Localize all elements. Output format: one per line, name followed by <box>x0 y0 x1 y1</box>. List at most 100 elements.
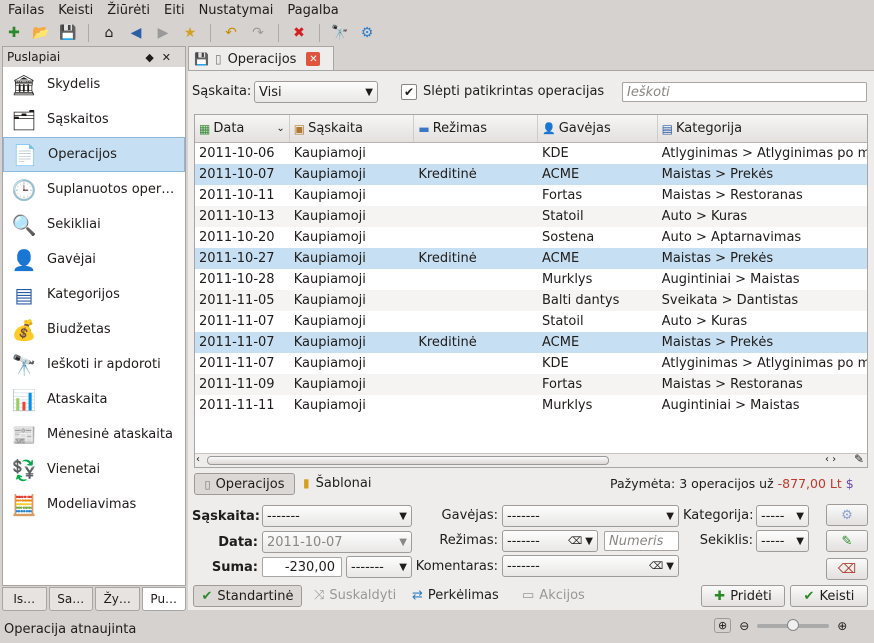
form-category-select[interactable]: ----- ▼ <box>756 505 809 527</box>
modify-button-label: Keisti <box>819 588 855 604</box>
form-tracker-label: Sekiklis: <box>699 533 753 548</box>
zoom-out-icon[interactable]: ⊖ <box>739 619 749 633</box>
table-row[interactable]: 2011-11-11 Kaupiamoji Murklys Augintiniai >… <box>195 395 867 416</box>
scrollbar-handle[interactable] <box>207 456 609 465</box>
back-arrow-icon[interactable]: ◀ <box>125 22 147 44</box>
tab-templates[interactable]: ▮ Šablonai <box>303 476 371 491</box>
chevron-down-icon: ▼ <box>399 536 407 548</box>
process-icon[interactable]: ⚙ <box>356 22 378 44</box>
undo-icon[interactable]: ↶ <box>220 22 242 44</box>
standard-mode-button[interactable]: ✔ Standartinė <box>193 585 302 607</box>
sidebar-item-simulation[interactable]: 🧮 Modeliavimas <box>3 487 185 522</box>
sidebar-tab-pages[interactable]: Pu… <box>141 587 186 611</box>
column-mode[interactable]: ▬ Režimas <box>414 115 538 142</box>
table-row[interactable]: 2011-11-09 Kaupiamoji Fortas Maistas > Rest… <box>195 374 867 395</box>
search-input[interactable]: Ieškoti <box>622 82 867 102</box>
table-row[interactable]: 2011-11-07 Kaupiamoji Kreditinė ACME Maistas… <box>195 332 867 353</box>
column-payee[interactable]: 👤 Gavėjas <box>538 115 658 142</box>
menu-help[interactable]: Pagalba <box>283 3 342 18</box>
zoom-fit-icon[interactable]: ⊕ <box>714 618 732 633</box>
table-row[interactable]: 2011-10-13 Kaupiamoji Statoil Auto > Kuras <box>195 206 867 227</box>
form-date-field[interactable]: 2011-10-07 ▼ <box>262 531 412 553</box>
form-unit-select[interactable]: ------- ▼ <box>346 556 412 578</box>
sidebar-item-scheduled[interactable]: 🕒 Suplanuotos oper… <box>3 172 185 207</box>
table-row[interactable]: 2011-10-28 Kaupiamoji Murklys Augintiniai >… <box>195 269 867 290</box>
table-row[interactable]: 2011-11-07 Kaupiamoji Statoil Auto > Kuras <box>195 311 867 332</box>
table-row[interactable]: 2011-10-06 Kaupiamoji KDE Atlyginimas > Atl… <box>195 143 867 164</box>
horizontal-scrollbar[interactable]: ‹ ‹ › <box>195 453 867 467</box>
sidebar-tab-messages[interactable]: Žy… <box>95 587 140 611</box>
eraser-button[interactable]: ⌫ <box>826 558 868 580</box>
scroll-left-icon[interactable]: ‹ <box>196 454 200 465</box>
binoculars-icon[interactable]: 🔭 <box>329 22 351 44</box>
hide-checked-checkbox[interactable]: ✔ <box>401 84 417 100</box>
form-comment-select[interactable]: ------- ⌫ ▼ <box>502 555 679 577</box>
toolbar-separator <box>319 24 320 42</box>
redo-icon[interactable]: ↷ <box>247 22 269 44</box>
account-filter-select[interactable]: Visi ▼ <box>254 81 378 103</box>
sidebar-item-budget[interactable]: 💰 Biudžetas <box>3 312 185 347</box>
tab-label: Operacijos <box>215 476 285 492</box>
menu-view[interactable]: Žiūrėti <box>103 3 154 18</box>
form-payee-select[interactable]: ------- ▼ <box>502 505 679 527</box>
sidebar-item-categories[interactable]: ▤ Kategorijos <box>3 277 185 312</box>
open-folder-icon[interactable]: 📂 <box>30 22 52 44</box>
menu-edit[interactable]: Keisti <box>54 3 97 18</box>
sidebar-item-search-process[interactable]: 🔭 Ieškoti ir apdoroti <box>3 347 185 382</box>
form-sum-input[interactable]: -230,00 <box>262 557 342 577</box>
zoom-in-icon[interactable]: ⊕ <box>837 619 847 633</box>
sync-button[interactable]: ⚙ <box>826 504 868 526</box>
table-row[interactable]: 2011-10-27 Kaupiamoji Kreditinė ACME Maistas… <box>195 248 867 269</box>
tab-operations-editor[interactable]: ▯ Operacijos <box>194 473 295 495</box>
scroll-right-icon[interactable]: ‹ › <box>825 454 836 465</box>
new-document-icon[interactable]: ✚ <box>3 22 25 44</box>
table-row[interactable]: 2011-11-07 Kaupiamoji KDE Atlyginimas > Atl… <box>195 353 867 374</box>
column-category[interactable]: ▤ Kategorija <box>658 115 867 142</box>
sidebar-title: Puslapiai <box>7 50 61 64</box>
save-icon[interactable]: 💾 <box>194 52 209 66</box>
column-account[interactable]: ▣ Sąskaita <box>290 115 415 142</box>
transfer-mode-button[interactable]: ⇄ Perkėlimas <box>412 588 499 603</box>
zoom-slider-handle[interactable] <box>787 618 800 631</box>
wand-button[interactable]: ✎ <box>826 530 868 552</box>
form-account-select[interactable]: ------- ▼ <box>262 505 412 527</box>
form-tracker-select[interactable]: ----- ▼ <box>756 530 809 552</box>
clear-and-chevron-icon[interactable]: ⌫ ▼ <box>649 561 674 572</box>
sidebar-item-units[interactable]: 💱 Vienetai <box>3 452 185 487</box>
table-row[interactable]: 2011-11-05 Kaupiamoji Balti dantys Sveikata… <box>195 290 867 311</box>
form-number-input[interactable]: Numeris <box>604 531 679 551</box>
split-mode-button[interactable]: ⤨ Suskaldyti <box>314 588 396 603</box>
tab-operations[interactable]: 💾 ▯ Operacijos ✕ <box>188 46 334 71</box>
sidebar-item-payees[interactable]: 👤 Gavėjai <box>3 242 185 277</box>
bookmark-icon[interactable]: ★ <box>179 22 201 44</box>
menu-settings[interactable]: Nustatymai <box>195 3 278 18</box>
currency-icon: 💱 <box>11 457 37 482</box>
add-button[interactable]: ✚ Pridėti <box>701 585 785 607</box>
modify-button[interactable]: ✔ Keisti <box>790 585 868 607</box>
shares-mode-button[interactable]: ▭ Akcijos <box>522 588 585 603</box>
close-icon[interactable]: ✕ <box>306 52 321 66</box>
menu-go[interactable]: Eiti <box>160 3 189 18</box>
form-mode-select[interactable]: ------- ⌫ ▼ <box>502 530 598 552</box>
sidebar-item-accounts[interactable]: 🗂 Sąskaitos <box>3 102 185 137</box>
save-icon[interactable]: 💾 <box>57 22 79 44</box>
clear-and-chevron-icon[interactable]: ⌫ ▼ <box>568 536 593 547</box>
table-row[interactable]: 2011-10-11 Kaupiamoji Fortas Maistas > Rest… <box>195 185 867 206</box>
zoom-slider[interactable] <box>757 618 830 631</box>
sidebar-tab-accounts[interactable]: Sa… <box>48 587 93 611</box>
table-row[interactable]: 2011-10-07 Kaupiamoji Kreditinė ACME Maistas… <box>195 164 867 185</box>
sidebar-tab-history[interactable]: Is… <box>2 587 47 611</box>
table-row[interactable]: 2011-10-20 Kaupiamoji Sostena Auto > Aptarn… <box>195 227 867 248</box>
sidebar-item-dashboard[interactable]: 🏛 Skydelis <box>3 67 185 102</box>
sidebar-item-trackers[interactable]: 🔍 Sekikliai <box>3 207 185 242</box>
sidebar-item-label: Suplanuotos oper… <box>47 182 175 197</box>
forward-arrow-icon[interactable]: ▶ <box>152 22 174 44</box>
menu-file[interactable]: Failas <box>4 3 48 18</box>
column-config-icon[interactable]: ✎ <box>854 452 864 466</box>
sidebar-item-operations[interactable]: 📄 Operacijos <box>3 137 185 172</box>
sidebar-item-monthly-report[interactable]: 📰 Mėnesinė ataskaita <box>3 417 185 452</box>
delete-icon[interactable]: ✖ <box>288 22 310 44</box>
home-icon[interactable]: ⌂ <box>98 22 120 44</box>
column-date[interactable]: ▦ Data ⌄ <box>195 115 290 142</box>
sidebar-item-report[interactable]: 📊 Ataskaita <box>3 382 185 417</box>
